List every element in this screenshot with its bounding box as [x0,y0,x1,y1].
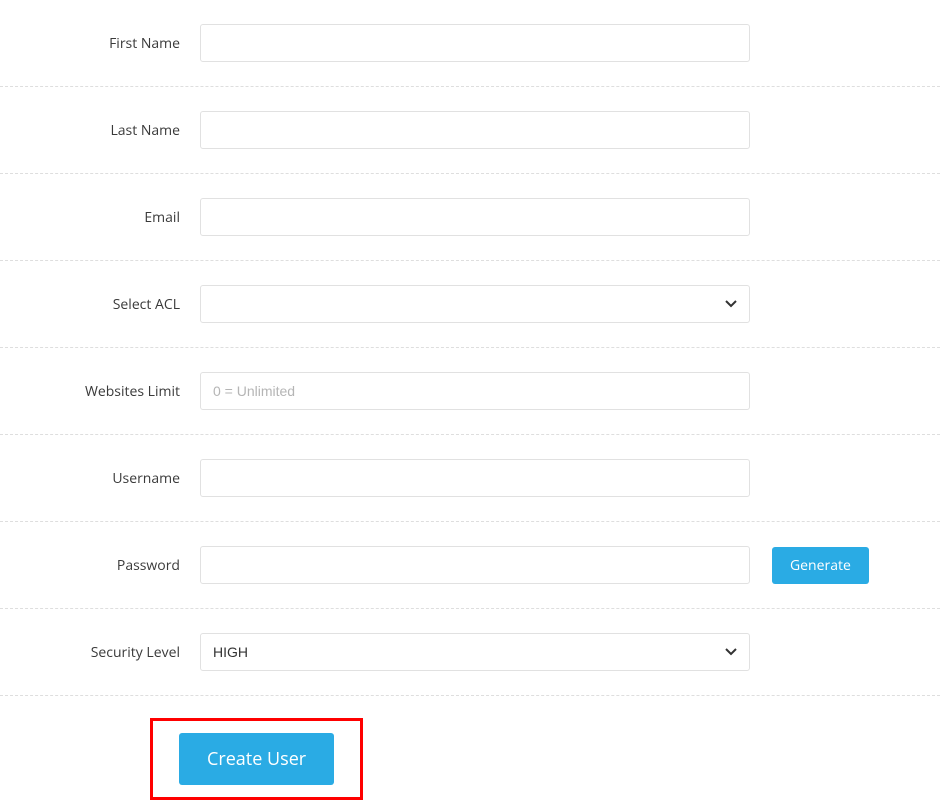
websites-limit-label: Websites Limit [0,382,200,401]
username-row: Username [0,435,940,522]
email-label: Email [0,208,200,227]
create-user-button[interactable]: Create User [179,733,334,785]
last-name-input[interactable] [200,111,750,149]
username-input[interactable] [200,459,750,497]
select-acl-select[interactable] [200,285,750,323]
security-level-row: Security Level HIGH [0,609,940,696]
select-acl-label: Select ACL [0,295,200,314]
websites-limit-input[interactable] [200,372,750,410]
password-label: Password [0,556,200,575]
last-name-label: Last Name [0,121,200,140]
generate-button[interactable]: Generate [772,547,869,584]
select-acl-row: Select ACL [0,261,940,348]
first-name-label: First Name [0,34,200,53]
create-user-highlight: Create User [150,718,363,800]
submit-row: Create User [0,696,940,800]
first-name-input[interactable] [200,24,750,62]
last-name-row: Last Name [0,87,940,174]
websites-limit-row: Websites Limit [0,348,940,435]
security-level-label: Security Level [0,643,200,662]
email-row: Email [0,174,940,261]
password-input[interactable] [200,546,750,584]
first-name-row: First Name [0,0,940,87]
security-level-select[interactable]: HIGH [200,633,750,671]
email-input[interactable] [200,198,750,236]
password-row: Password Generate [0,522,940,609]
username-label: Username [0,469,200,488]
